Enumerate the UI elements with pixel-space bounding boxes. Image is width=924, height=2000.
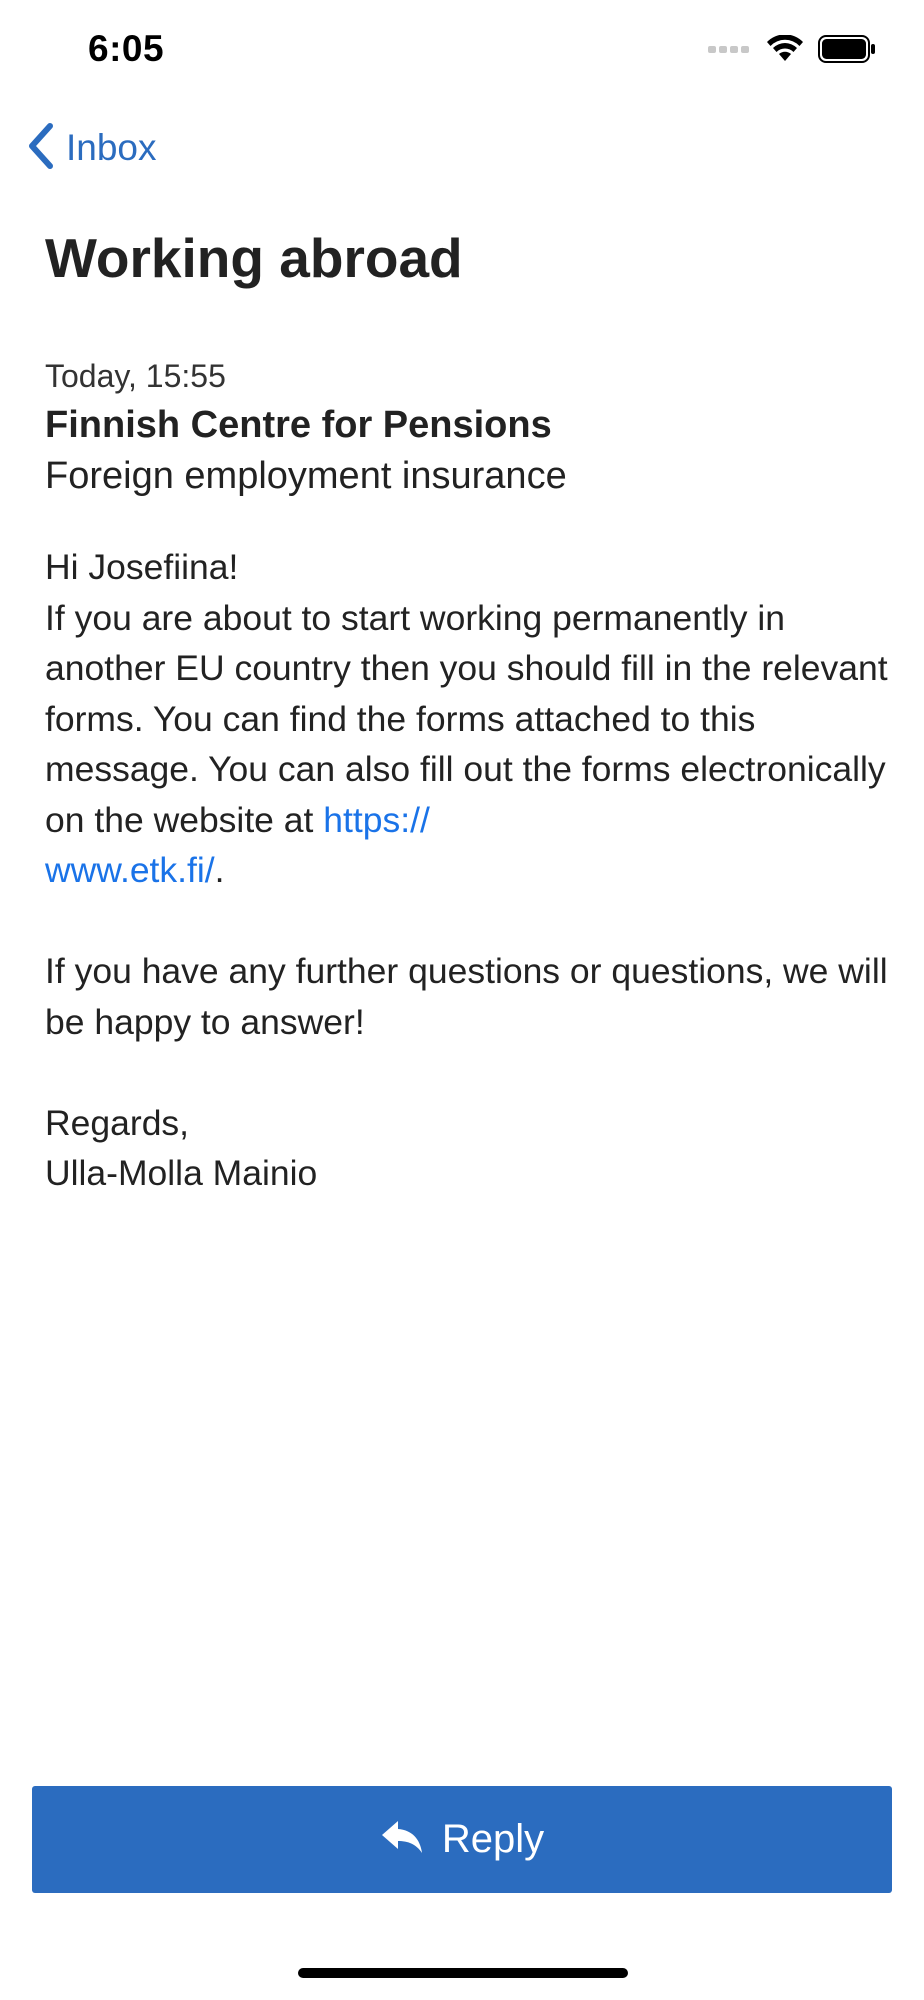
message-body: Hi Josefiina! If you are about to start … xyxy=(45,542,895,1199)
message-greeting: Hi Josefiina! xyxy=(45,547,239,587)
home-indicator[interactable] xyxy=(298,1968,628,1978)
message-paragraph-1-end: . xyxy=(214,850,225,890)
status-time: 6:05 xyxy=(88,28,165,69)
message-date: Today, 15:55 xyxy=(45,358,226,394)
reply-button-label: Reply xyxy=(441,1817,545,1861)
reply-button[interactable]: Reply xyxy=(32,1786,892,1893)
message-meta: Today, 15:55 Finnish Centre for Pensions… xyxy=(45,356,885,502)
status-bar: 6:05 xyxy=(0,0,924,100)
message-sender: Finnish Centre for Pensions xyxy=(45,404,552,446)
message-signature: Ulla-Molla Mainio xyxy=(45,1153,318,1193)
battery-icon xyxy=(818,34,876,68)
message-paragraph-1-text: If you are about to start working perman… xyxy=(45,597,888,840)
reply-arrow-icon xyxy=(380,1819,424,1860)
message-paragraph-1: If you are about to start working perman… xyxy=(45,593,895,896)
message-paragraph-2: If you have any further questions or que… xyxy=(45,951,888,1042)
wifi-icon xyxy=(766,33,804,68)
cellular-signal-icon xyxy=(708,42,752,60)
back-button-label: Inbox xyxy=(66,127,157,168)
message-title: Working abroad xyxy=(45,227,463,289)
status-icons xyxy=(708,33,876,68)
message-closing: Regards, xyxy=(45,1102,190,1143)
chevron-left-icon xyxy=(26,122,56,175)
message-subject: Foreign employment insurance xyxy=(45,455,567,497)
screen: 6:05 Inbox Working abroad Today, 15:55 F… xyxy=(0,0,924,2000)
back-button[interactable]: Inbox xyxy=(26,120,157,176)
